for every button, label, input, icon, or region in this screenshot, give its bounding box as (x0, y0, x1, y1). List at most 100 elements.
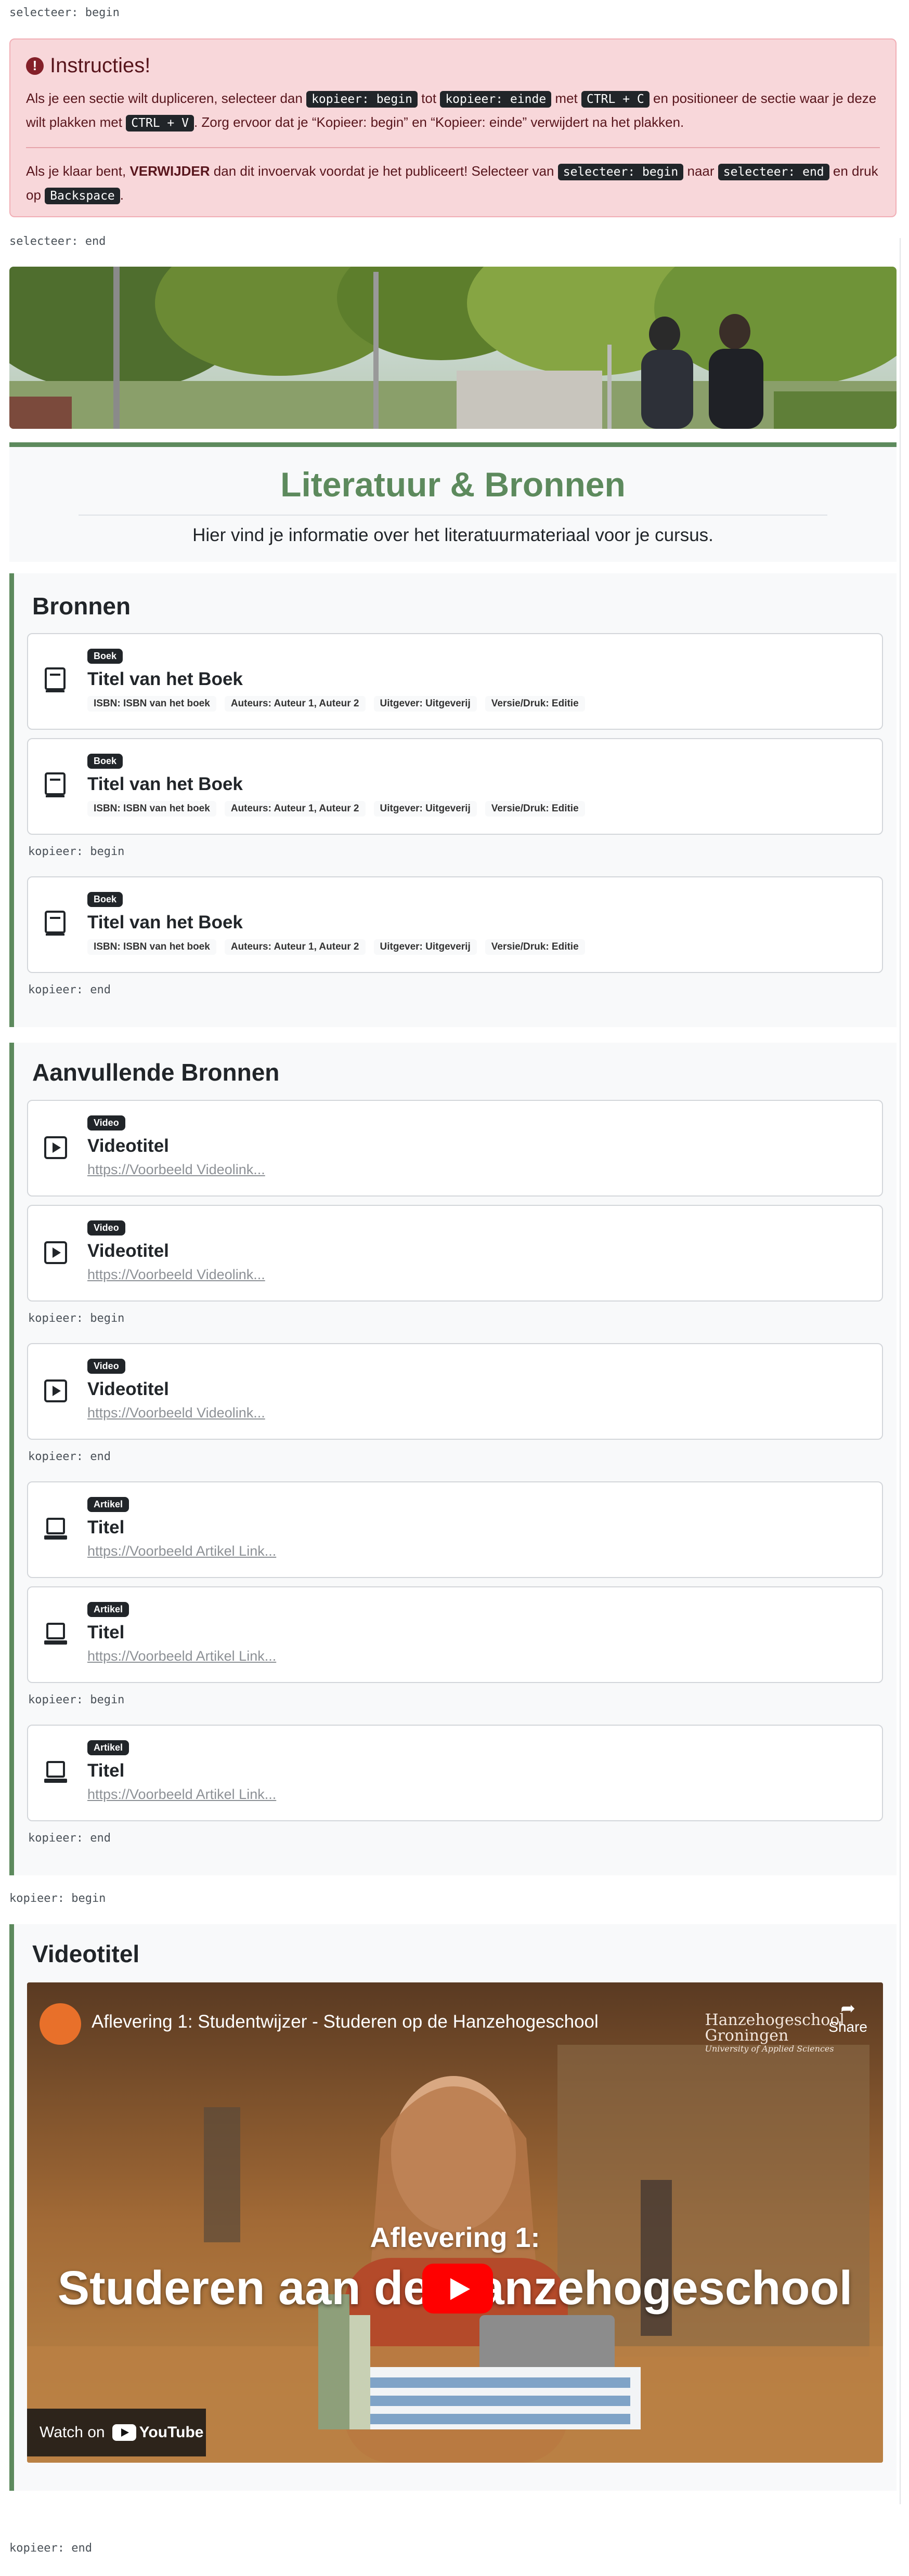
book-card: Boek Titel van het Boek ISBN: ISBN van h… (27, 876, 883, 973)
instructions-heading: ! Instructies! (26, 54, 880, 77)
article-link[interactable]: https://Voorbeeld Artikel Link... (87, 1786, 276, 1803)
video-link[interactable]: https://Voorbeeld Videolink... (87, 1267, 265, 1283)
player-title[interactable]: Aflevering 1: Studentwijzer - Studeren o… (92, 2012, 599, 2032)
video-link[interactable]: https://Voorbeeld Videolink... (87, 1405, 265, 1421)
authors: Auteurs: Auteur 1, Auteur 2 (224, 801, 366, 817)
video-card: Video Videotitel https://Voorbeeld Video… (27, 1100, 883, 1197)
org-name-2: Groningen (705, 2027, 789, 2045)
divider (26, 147, 880, 148)
section-heading: Aanvullende Bronnen (32, 1059, 280, 1086)
publisher: Uitgever: Uitgeverij (373, 696, 477, 712)
book-icon (45, 667, 66, 692)
book-icon (45, 911, 66, 936)
publisher: Uitgever: Uitgeverij (373, 939, 477, 955)
kbd-copy-end: kopieer: einde (440, 91, 552, 108)
type-badge: Artikel (87, 1497, 129, 1512)
exclamation-circle-icon: ! (26, 57, 44, 75)
type-badge: Boek (87, 892, 123, 907)
video-title: Videotitel (87, 1136, 169, 1156)
play-square-icon (44, 1241, 67, 1264)
copy-begin-marker: kopieer: begin (28, 1312, 125, 1325)
episode-label: Aflevering 1: (370, 2222, 540, 2253)
type-badge: Video (87, 1220, 125, 1236)
copy-begin-marker: kopieer: begin (9, 1892, 106, 1905)
video-link[interactable]: https://Voorbeeld Videolink... (87, 1162, 265, 1178)
play-button[interactable] (422, 2264, 493, 2314)
watch-on-youtube-button[interactable]: Watch on YouTube (27, 2409, 206, 2456)
text: tot (417, 90, 440, 106)
channel-avatar-icon[interactable] (40, 2003, 81, 2045)
type-badge: Boek (87, 649, 123, 664)
youtube-wordmark: YouTube (139, 2424, 204, 2441)
type-badge: Artikel (87, 1602, 129, 1617)
kbd-select-end: selecteer: end (718, 164, 829, 180)
org-logo: Hanzehogeschool Groningen University of … (705, 2013, 845, 2054)
share-button[interactable]: ➦ Share (828, 1998, 867, 2035)
copy-begin-marker: kopieer: begin (28, 845, 125, 858)
article-link[interactable]: https://Voorbeeld Artikel Link... (87, 1648, 276, 1664)
share-icon: ➦ (840, 1999, 855, 2018)
text: dan dit invoervak voordat je het publice… (210, 163, 558, 179)
instructions-paragraph-2: Als je klaar bent, VERWIJDER dan dit inv… (26, 160, 880, 207)
instructions-alert: ! Instructies! Als je een sectie wilt du… (9, 38, 897, 217)
youtube-play-icon (112, 2424, 136, 2441)
type-badge: Video (87, 1115, 125, 1131)
watch-on-label: Watch on (40, 2424, 105, 2441)
instructions-paragraph-1: Als je een sectie wilt dupliceren, selec… (26, 87, 880, 135)
type-badge: Video (87, 1359, 125, 1374)
video-title: Videotitel (87, 1379, 169, 1399)
publisher: Uitgever: Uitgeverij (373, 801, 477, 817)
type-badge: Artikel (87, 1740, 129, 1755)
edition: Versie/Druk: Editie (485, 696, 585, 712)
isbn: ISBN: ISBN van het boek (87, 801, 216, 817)
video-title: Videotitel (87, 1241, 169, 1261)
copy-end-marker: kopieer: end (28, 983, 111, 996)
authors: Auteurs: Auteur 1, Auteur 2 (224, 939, 366, 955)
page-subtitle: Hier vind je informatie over het literat… (192, 525, 713, 545)
video-card: Video Videotitel https://Voorbeeld Video… (27, 1343, 883, 1440)
kbd-select-begin: selecteer: begin (557, 164, 684, 180)
book-title: Titel van het Boek (87, 774, 243, 794)
text: . (120, 187, 124, 203)
hero-image (9, 267, 897, 429)
share-label: Share (828, 2019, 867, 2035)
video-card: Video Videotitel https://Voorbeeld Video… (27, 1205, 883, 1302)
laptop-icon (44, 1623, 67, 1645)
authors: Auteurs: Auteur 1, Auteur 2 (224, 696, 366, 712)
youtube-player[interactable]: Aflevering 1: Studentwijzer - Studeren o… (27, 1982, 883, 2463)
edition: Versie/Druk: Editie (485, 801, 585, 817)
book-card: Boek Titel van het Boek ISBN: ISBN van h… (27, 633, 883, 730)
book-card: Boek Titel van het Boek ISBN: ISBN van h… (27, 738, 883, 835)
play-square-icon (44, 1136, 67, 1159)
laptop-icon (44, 1761, 67, 1783)
instructions-title: Instructies! (50, 54, 151, 77)
book-title: Titel van het Boek (87, 669, 243, 689)
article-title: Titel (87, 1517, 125, 1537)
text: met (551, 90, 581, 106)
kbd-ctrl-v: CTRL + V (126, 115, 194, 132)
page-title: Literatuur & Bronnen (280, 465, 626, 504)
kbd-ctrl-c: CTRL + C (581, 91, 650, 108)
article-title: Titel (87, 1622, 125, 1642)
title-divider (79, 515, 827, 516)
article-card: Artikel Titel https://Voorbeeld Artikel … (27, 1481, 883, 1578)
text: Als je klaar bent, (26, 163, 130, 179)
text: . Zorg ervoor dat je “Kopieer: begin” en… (193, 114, 684, 130)
kbd-copy-begin: kopieer: begin (306, 91, 418, 108)
play-square-icon (44, 1379, 67, 1402)
youtube-logo: YouTube (112, 2424, 204, 2441)
isbn: ISBN: ISBN van het boek (87, 696, 216, 712)
text: Als je een sectie wilt dupliceren, selec… (26, 90, 307, 106)
text: naar (683, 163, 718, 179)
article-card: Artikel Titel https://Voorbeeld Artikel … (27, 1586, 883, 1683)
article-card: Artikel Titel https://Voorbeeld Artikel … (27, 1725, 883, 1821)
copy-begin-marker: kopieer: begin (28, 1693, 125, 1706)
page-header: Literatuur & Bronnen Hier vind je inform… (9, 442, 897, 562)
org-tagline: University of Applied Sciences (705, 2044, 834, 2054)
kbd-backspace: Backspace (45, 188, 120, 204)
edition: Versie/Druk: Editie (485, 939, 585, 955)
article-link[interactable]: https://Voorbeeld Artikel Link... (87, 1543, 276, 1559)
book-icon (45, 772, 66, 797)
section-heading: Videotitel (32, 1940, 140, 1967)
laptop-icon (44, 1518, 67, 1540)
